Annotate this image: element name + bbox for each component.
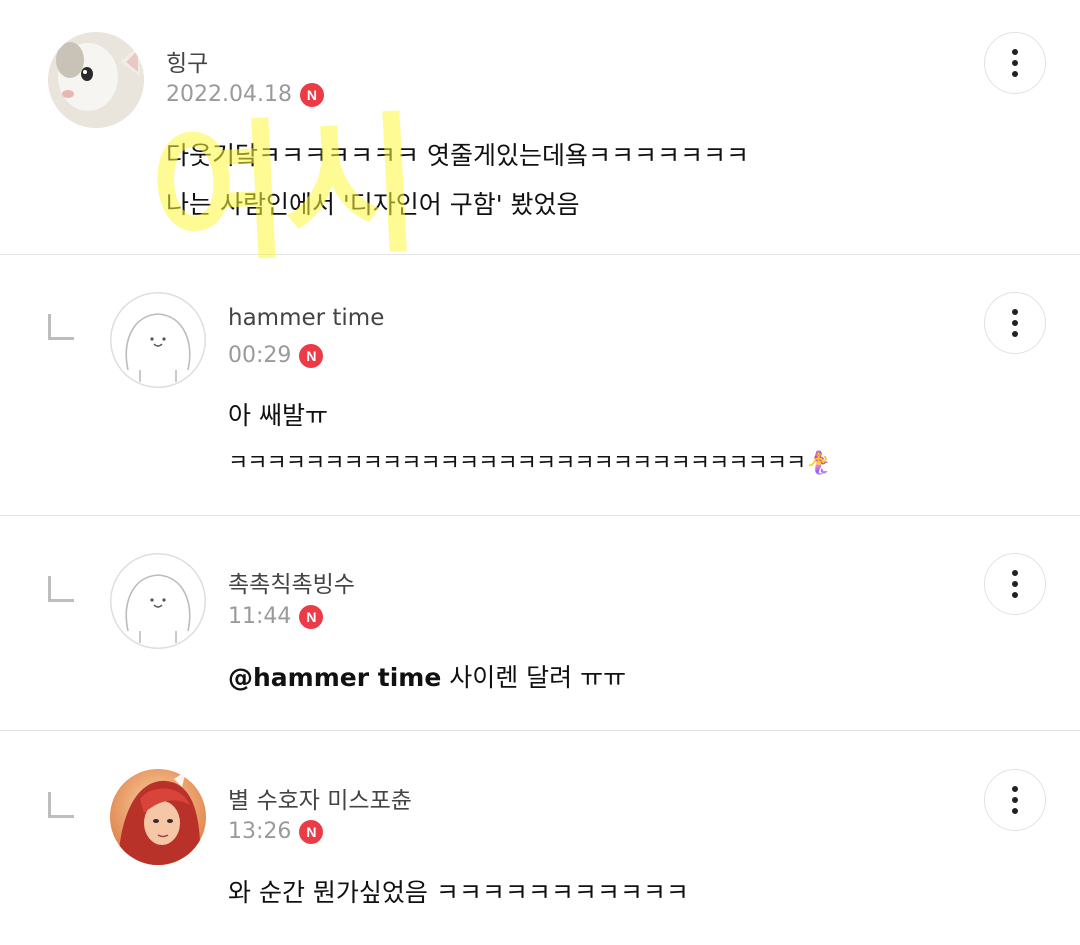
new-badge-icon: N <box>299 82 324 107</box>
comment-text: 사이렌 달려 ㅠㅠ <box>441 663 627 692</box>
author-name[interactable]: 별 수호자 미스포츈 <box>228 781 412 815</box>
comment-text-line: 아 쌔발ㅠ <box>228 401 328 430</box>
divider <box>0 730 1080 731</box>
new-badge-icon: N <box>299 343 324 368</box>
divider <box>0 254 1080 255</box>
timestamp: 13:26 <box>228 819 292 844</box>
default-seal-icon <box>125 574 191 643</box>
author-name[interactable]: 힝구 <box>166 44 208 78</box>
avatar[interactable] <box>110 553 206 649</box>
author-name[interactable]: hammer time <box>228 305 384 331</box>
comment-text-line: @hammer time 사이렌 달려 ㅠㅠ <box>228 658 626 694</box>
default-seal-icon <box>125 313 191 382</box>
timestamp: 00:29 <box>228 343 292 368</box>
author-name[interactable]: 촉촉칙촉빙수 <box>228 565 355 599</box>
avatar[interactable] <box>110 769 206 865</box>
more-options-button[interactable] <box>984 32 1046 94</box>
cat-avatar-image <box>48 32 144 128</box>
more-vertical-icon <box>1012 49 1018 55</box>
reply-corner-icon <box>48 314 74 340</box>
comment-text-line: 와 순간 뭔가싶었음 ㅋㅋㅋㅋㅋㅋㅋㅋㅋㅋㅋ <box>228 878 689 907</box>
divider <box>0 515 1080 516</box>
timestamp: 11:44 <box>228 604 292 629</box>
more-options-button[interactable] <box>984 769 1046 831</box>
new-badge-icon: N <box>299 604 324 629</box>
reply-corner-icon <box>48 576 74 602</box>
more-vertical-icon <box>1012 309 1018 315</box>
character-avatar-image <box>110 769 206 865</box>
comment-text-line: 나는 사람인에서 '디자인어 구함' 봤었음 <box>166 190 580 219</box>
more-vertical-icon <box>1012 570 1018 576</box>
avatar[interactable] <box>48 32 144 128</box>
more-options-button[interactable] <box>984 292 1046 354</box>
comment-meta: 13:26 N <box>228 819 324 844</box>
avatar[interactable] <box>110 292 206 388</box>
comment-meta: 11:44 N <box>228 604 324 629</box>
comment-meta: 00:29 N <box>228 343 324 368</box>
comment-meta: 2022.04.18 N <box>166 82 324 107</box>
more-vertical-icon <box>1012 786 1018 792</box>
more-options-button[interactable] <box>984 553 1046 615</box>
comment-text-line: ㅋㅋㅋㅋㅋㅋㅋㅋㅋㅋㅋㅋㅋㅋㅋㅋㅋㅋㅋㅋㅋㅋㅋㅋㅋㅋㅋㅋㅋㅋ🧜‍♀️ <box>228 451 833 476</box>
reply-corner-icon <box>48 792 74 818</box>
new-badge-icon: N <box>299 819 324 844</box>
comment-text-line: 다웃기닼ㅋㅋㅋㅋㅋㅋㅋ 엿줄게있는데욬ㅋㅋㅋㅋㅋㅋㅋ <box>166 141 749 170</box>
timestamp: 2022.04.18 <box>166 82 292 107</box>
mention-link[interactable]: @hammer time <box>228 663 441 692</box>
